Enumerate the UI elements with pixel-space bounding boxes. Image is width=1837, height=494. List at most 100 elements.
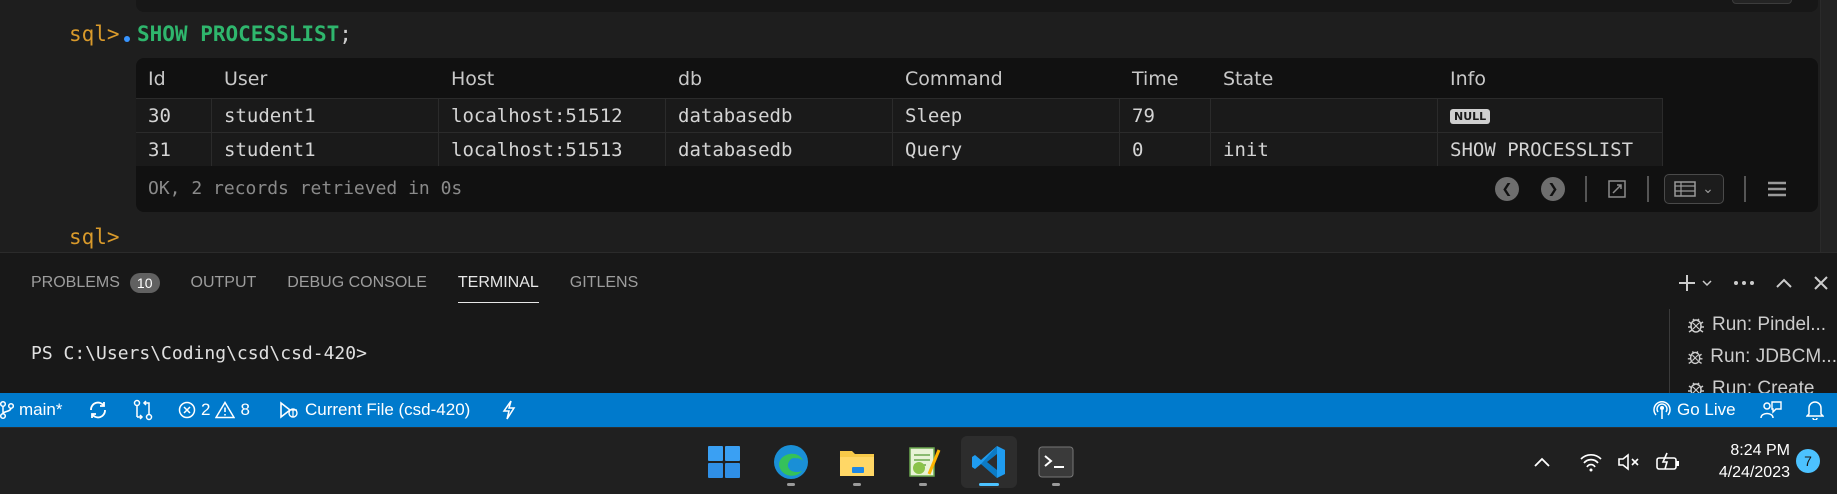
column-header[interactable]: Time [1120,62,1211,96]
lightning-button[interactable] [502,393,516,427]
notepad-plus-plus-icon [909,447,941,477]
taskbar: 8:24 PM 4/24/2023 7 [0,427,1837,494]
table-cell[interactable]: student1 [212,132,439,166]
new-terminal-button[interactable] [1677,273,1713,293]
notifications-button[interactable] [1806,393,1824,427]
terminal-item-label: Run: Create [1712,378,1815,394]
table-cell[interactable]: NULL [1438,98,1663,132]
git-branch-icon [0,400,14,420]
tab-debug-console[interactable]: DEBUG CONSOLE [287,253,427,313]
tab-gitlens[interactable]: GITLENS [570,253,638,313]
problems-count-badge: 10 [129,273,160,293]
debug-icon [1687,351,1703,365]
tab-label: PROBLEMS [31,274,120,291]
error-count: 2 [201,400,211,419]
next-page-button[interactable]: ❯ [1538,174,1568,204]
table-cell[interactable]: Sleep [893,98,1120,132]
column-header[interactable]: Host [439,62,666,96]
sync-icon [90,401,106,419]
previous-result-cell [136,0,1818,12]
go-live-button[interactable]: Go Live [1652,393,1736,427]
tab-problems[interactable]: PROBLEMS 10 [31,253,160,313]
table-cell[interactable]: databasedb [666,98,893,132]
debug-icon [1688,318,1704,333]
go-live-label: Go Live [1677,400,1736,419]
feedback-button[interactable] [1760,393,1782,427]
tab-terminal[interactable]: TERMINAL [457,253,539,313]
file-explorer-icon [840,451,874,476]
terminal-item[interactable]: Run: JDBCM... [1670,341,1837,373]
bell-icon [1806,401,1824,420]
chevron-right-icon: ❯ [1541,177,1565,201]
taskbar-app-notepad-plus-plus[interactable] [895,436,951,488]
taskbar-app-file-explorer[interactable] [829,436,885,488]
previous-cell-button[interactable] [1732,0,1792,4]
volume-muted-icon [1618,452,1639,471]
terminal-icon [1038,446,1074,478]
column-header[interactable]: Command [893,62,1120,96]
sql-console: sql> SHOW PROCESSLIST; Id User Host db C… [0,0,1837,252]
system-clock[interactable]: 8:24 PM 4/24/2023 [1690,440,1790,484]
table-cell[interactable]: SHOW PROCESSLIST [1438,132,1663,166]
query-text[interactable]: SHOW PROCESSLIST; [137,22,352,46]
table-cell[interactable]: localhost:51513 [439,132,666,166]
maximize-panel-icon[interactable] [1775,277,1793,289]
taskbar-app-edge[interactable] [763,436,819,488]
source-control-button[interactable] [133,393,153,427]
table-cell[interactable]: 79 [1120,98,1211,132]
console-scrollbar[interactable] [1820,0,1837,252]
table-cell[interactable]: Query [893,132,1120,166]
hamburger-menu-icon [1768,181,1786,197]
table-cell[interactable]: databasedb [666,132,893,166]
problems-status[interactable]: 2 8 [178,393,250,427]
more-actions-icon[interactable] [1733,280,1755,286]
show-hidden-icons-button[interactable] [1533,428,1551,494]
notification-count-badge[interactable]: 7 [1796,449,1820,473]
table-cell[interactable]: student1 [212,98,439,132]
panel-actions [1677,263,1829,303]
tab-output[interactable]: OUTPUT [191,253,257,313]
cursor-dot-icon [124,36,130,42]
null-badge: NULL [1450,109,1491,124]
debug-icon [1688,382,1704,394]
table-cell[interactable]: 0 [1120,132,1211,166]
feedback-icon [1760,401,1782,419]
chevron-up-icon [1534,457,1550,467]
column-header[interactable]: Info [1438,62,1663,96]
taskbar-app-vscode[interactable] [961,436,1017,488]
expand-icon [1608,180,1626,198]
status-bar: main* 2 8 Current File (csd-420) Go Live [0,393,1837,427]
terminal-item[interactable]: Run: Pindel... [1670,309,1837,341]
run-configuration[interactable]: Current File (csd-420) [278,393,470,427]
table-cell[interactable]: 30 [136,98,212,132]
start-button[interactable] [696,436,752,488]
column-header[interactable]: User [212,62,439,96]
column-header[interactable]: State [1211,62,1438,96]
previous-page-button[interactable]: ❮ [1492,174,1522,204]
sync-button[interactable] [87,393,109,427]
clock-date: 4/24/2023 [1718,464,1790,481]
column-header[interactable]: db [666,62,893,96]
result-menu-button[interactable] [1762,174,1792,204]
close-icon[interactable] [1813,275,1829,291]
result-view-select[interactable]: ⌄ [1664,174,1724,204]
terminal-prompt[interactable]: PS C:\Users\Coding\csd\csd-420> [31,343,367,364]
taskbar-app-terminal[interactable] [1028,436,1084,488]
edge-icon [774,445,808,479]
column-header[interactable]: Id [136,62,212,96]
terminal-item[interactable]: Run: Create [1670,373,1837,394]
bottom-panel: PROBLEMS 10 OUTPUT DEBUG CONSOLE TERMINA… [0,252,1837,394]
run-config-label: Current File (csd-420) [305,400,471,419]
clock-time: 8:24 PM [1730,442,1790,459]
branch-status[interactable]: main* [0,393,62,427]
table-cell[interactable] [1211,98,1438,132]
table-cell[interactable]: localhost:51512 [439,98,666,132]
chevron-down-icon [1702,280,1712,287]
table-cell[interactable]: init [1211,132,1438,166]
result-grid: Id User Host db Command Time State Info … [136,58,1818,212]
branch-label: main* [19,400,63,419]
expand-result-button[interactable] [1602,174,1632,204]
system-tray[interactable] [1579,428,1681,494]
sql-prompt-empty[interactable]: sql> [69,225,120,249]
table-cell[interactable]: 31 [136,132,212,166]
